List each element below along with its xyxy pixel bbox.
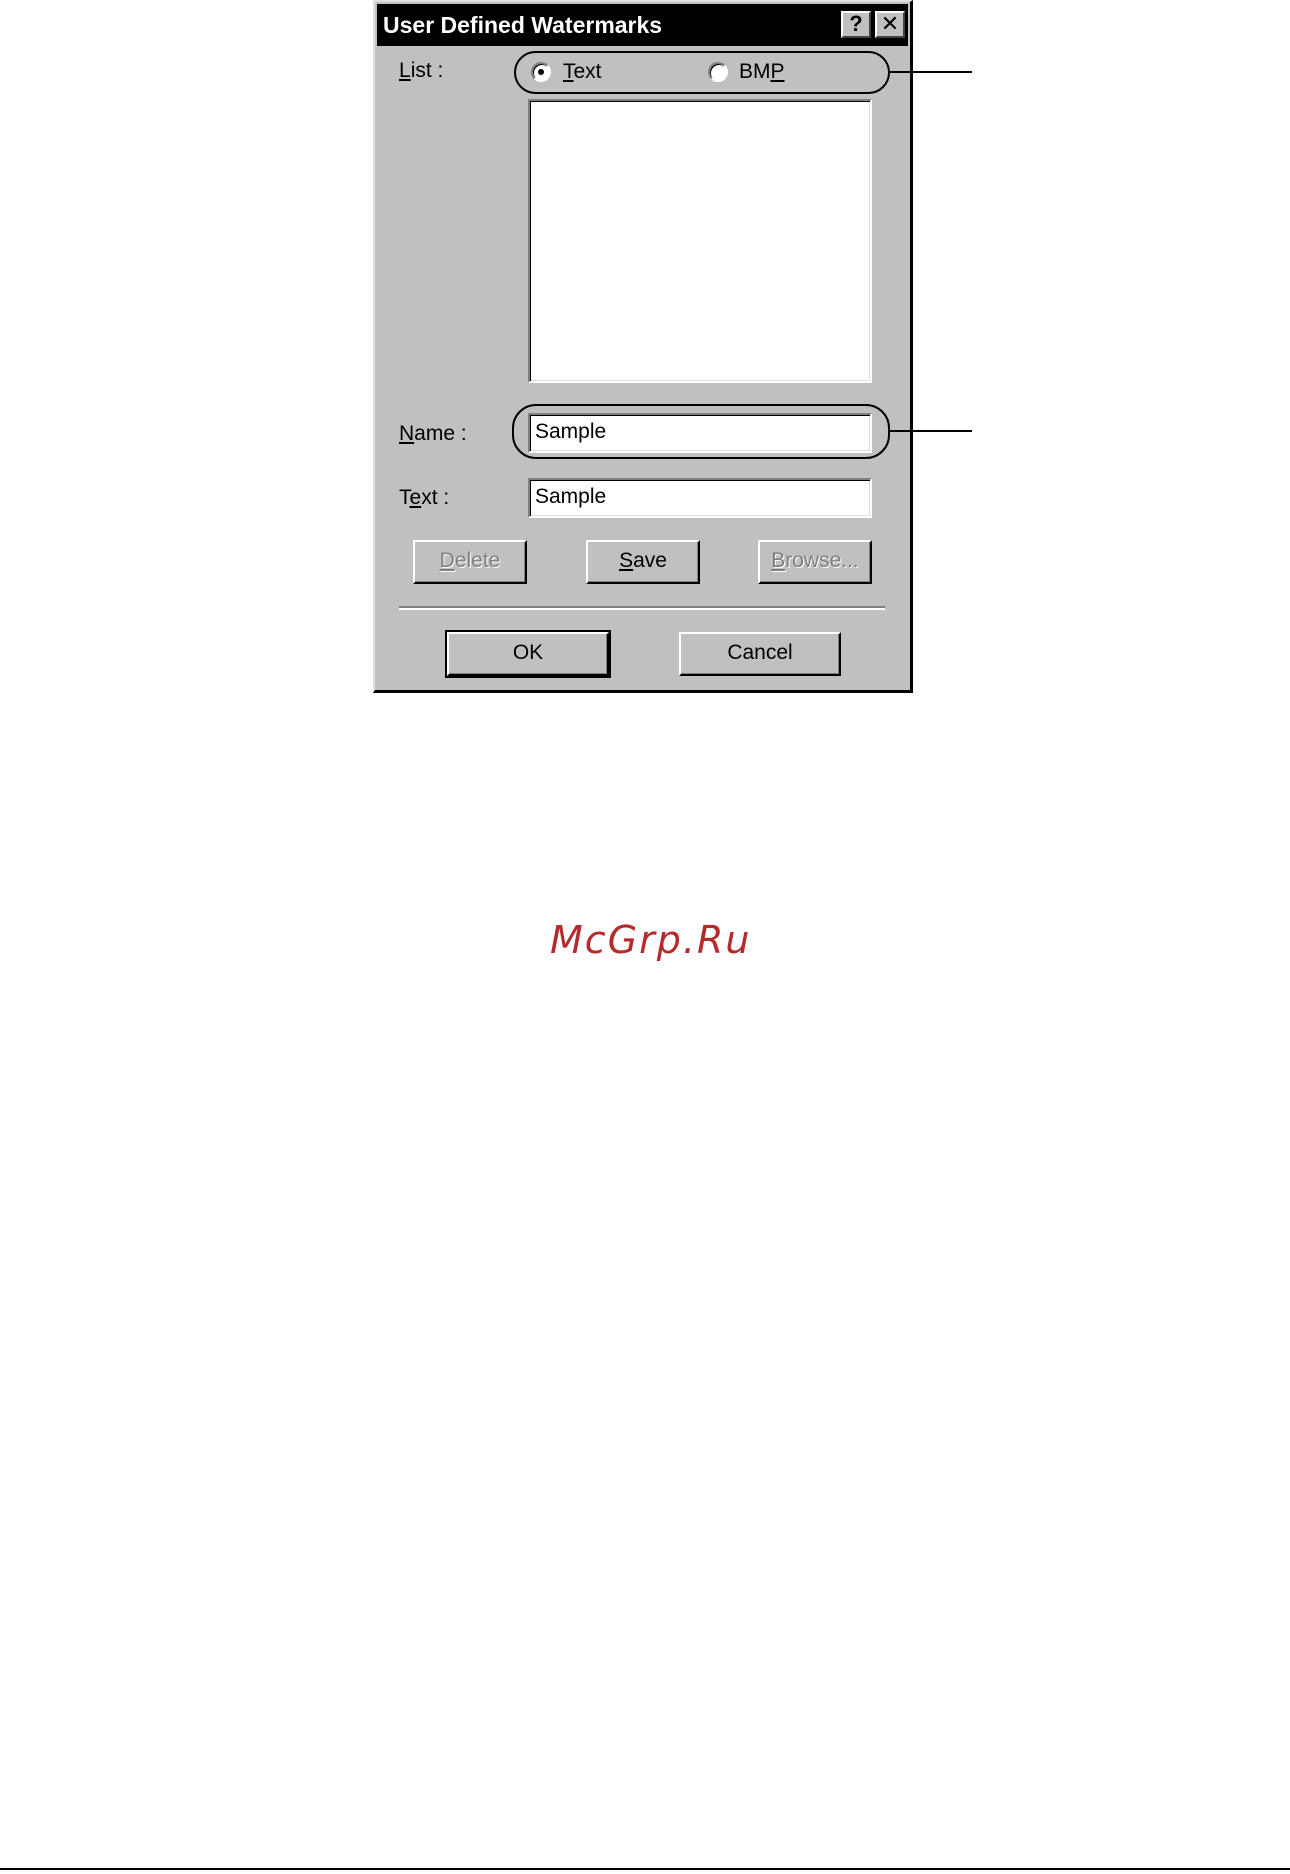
watermark-listbox[interactable] — [528, 99, 872, 383]
help-icon: ? — [849, 11, 863, 36]
dialog-title: User Defined Watermarks — [383, 12, 663, 38]
callout-leader-name — [889, 430, 972, 432]
save-button[interactable]: Save — [586, 540, 700, 584]
callout-list-type — [514, 51, 890, 94]
close-icon: ✕ — [880, 11, 900, 36]
page-footer-rule — [0, 1868, 1290, 1870]
help-button[interactable]: ? — [841, 11, 871, 38]
user-defined-watermarks-dialog: User Defined Watermarks ? ✕ List : Text … — [373, 0, 913, 693]
browse-button[interactable]: Browse... — [758, 540, 872, 584]
delete-button[interactable]: Delete — [413, 540, 527, 584]
cancel-button[interactable]: Cancel — [679, 632, 841, 676]
close-button[interactable]: ✕ — [875, 11, 905, 38]
text-input[interactable]: Sample — [528, 478, 872, 518]
separator-highlight — [399, 608, 885, 610]
title-bar[interactable]: User Defined Watermarks ? ✕ — [377, 4, 908, 46]
callout-leader-list — [889, 71, 972, 73]
site-watermark: McGrp.Ru — [550, 918, 752, 962]
list-label: List : — [399, 59, 444, 82]
name-label: Name : — [399, 422, 467, 445]
text-label: Text : — [399, 486, 450, 509]
callout-name — [512, 404, 890, 459]
text-input-value: Sample — [535, 485, 607, 508]
ok-button[interactable]: OK — [445, 630, 611, 678]
